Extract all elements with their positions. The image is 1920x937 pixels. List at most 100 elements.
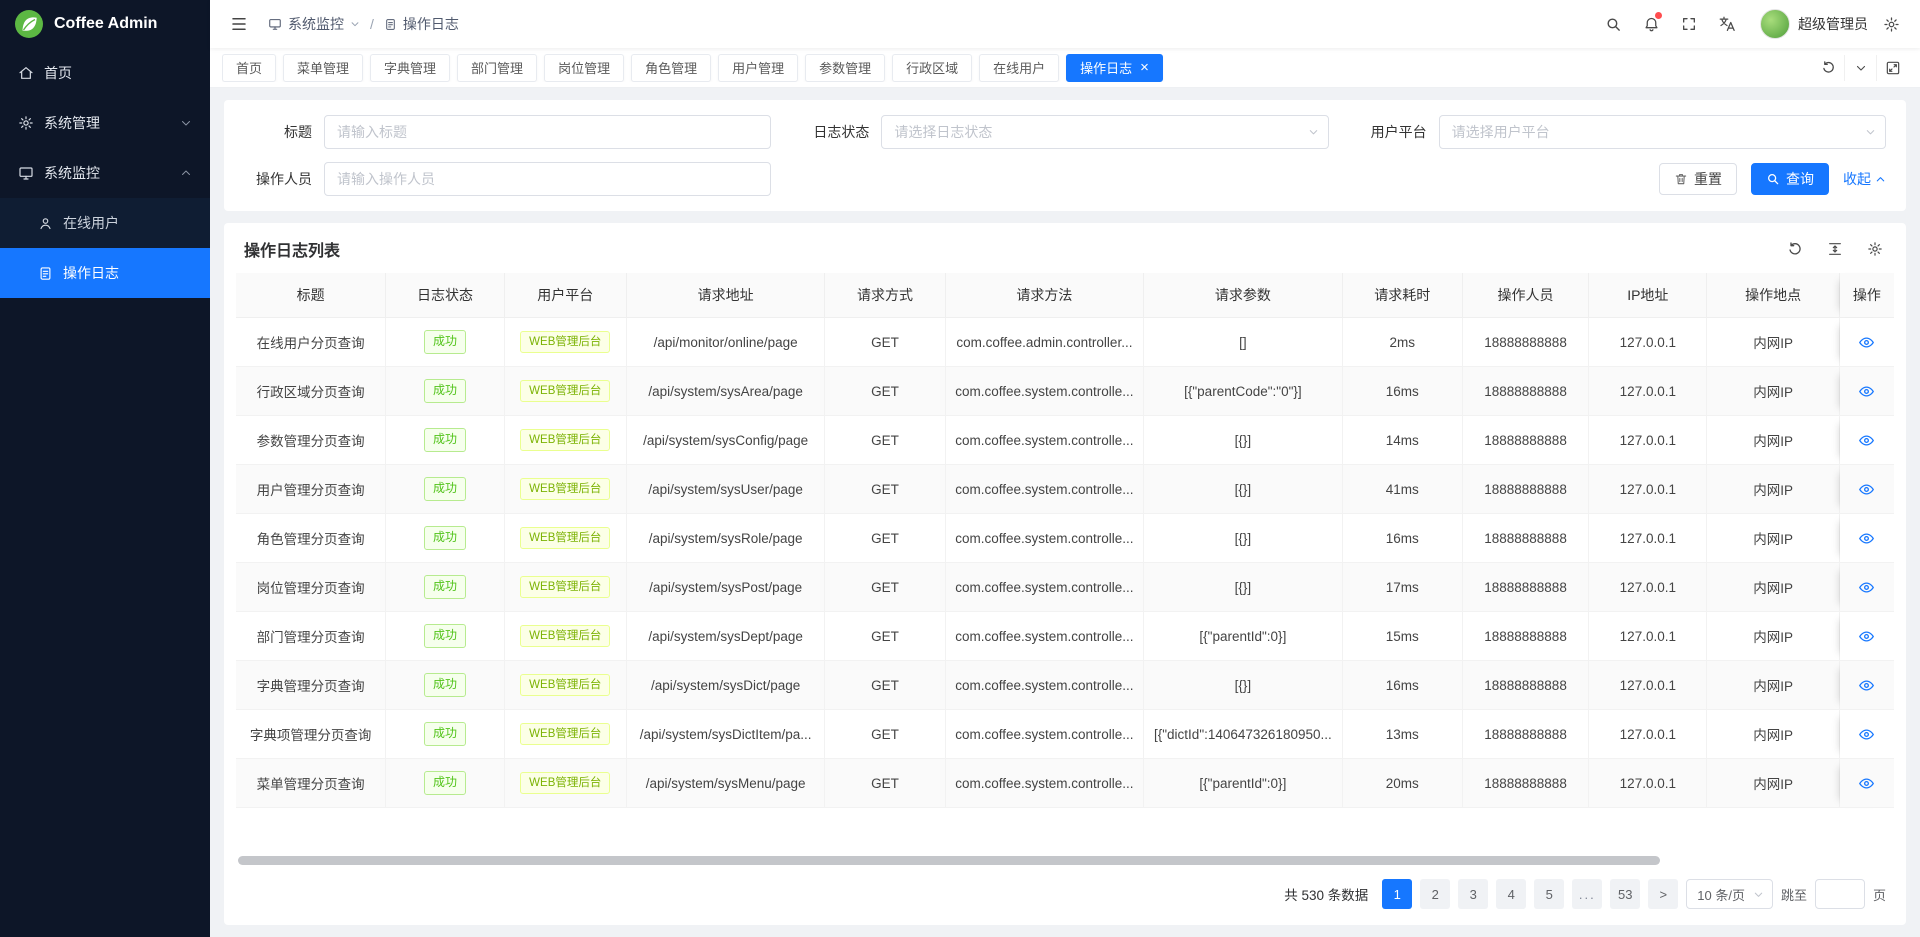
gear-icon[interactable] [1864,238,1886,260]
page-button-4[interactable]: 4 [1496,879,1526,909]
breadcrumb-parent[interactable]: 系统监控 [268,14,360,34]
search-icon[interactable] [1598,9,1628,39]
eye-icon[interactable] [1858,628,1875,645]
page-button-2[interactable]: 2 [1420,879,1450,909]
page-button-5[interactable]: 5 [1534,879,1564,909]
title-input[interactable] [324,115,771,149]
cell-operator: 18888888888 [1463,416,1589,465]
eye-icon[interactable] [1858,775,1875,792]
status-tag: 成功 [424,722,466,746]
sidebar-item-online-users[interactable]: 在线用户 [0,198,210,248]
cell-title: 行政区域分页查询 [236,367,386,416]
pagination: 共 530 条数据 12345...53 > 10 条/页 跳至 页 [224,873,1906,925]
page-size-value: 10 条/页 [1697,885,1745,904]
sidebar-item-system-management[interactable]: 系统管理 [0,98,210,148]
cell-action [1840,318,1894,367]
tab-4[interactable]: 岗位管理 [544,54,624,82]
tab-2[interactable]: 字典管理 [370,54,450,82]
cell-url: /api/system/sysRole/page [627,514,825,563]
cell-duration: 16ms [1343,514,1463,563]
tab-7[interactable]: 参数管理 [805,54,885,82]
page-button-53[interactable]: 53 [1610,879,1640,909]
tab-0[interactable]: 首页 [222,54,276,82]
eye-icon[interactable] [1858,481,1875,498]
chevron-down-icon [180,117,192,129]
tab-label: 首页 [236,58,262,77]
cell-action [1840,759,1894,808]
avatar[interactable] [1760,9,1790,39]
user-platform-placeholder: 请选择用户平台 [1452,122,1550,142]
page-ellipsis[interactable]: ... [1572,879,1602,909]
cell-operator: 18888888888 [1463,514,1589,563]
cell-status: 成功 [386,759,504,808]
tab-close-icon[interactable]: × [1140,60,1149,75]
breadcrumb-current-label: 操作日志 [403,14,459,34]
translate-icon[interactable] [1712,9,1742,39]
next-page-button[interactable]: > [1648,879,1678,909]
tab-bar: 首页 菜单管理字典管理部门管理 岗位管理 角色管理用户管理参数管理行政区域在线用户操作… [210,48,1920,88]
eye-icon[interactable] [1858,383,1875,400]
cell-status: 成功 [386,612,504,661]
page-button-1[interactable]: 1 [1382,879,1412,909]
log-status-select[interactable]: 请选择日志状态 [881,115,1328,149]
cell-method: GET [825,759,945,808]
eye-icon[interactable] [1858,530,1875,547]
sidebar: Coffee Admin 首页 系统管理 系统监控 在线用户 [0,0,210,937]
cell-operator: 18888888888 [1463,612,1589,661]
reset-button[interactable]: 重置 [1659,163,1737,195]
chevron-down-icon[interactable] [1844,55,1876,81]
tab-9[interactable]: 在线用户 [979,54,1059,82]
cell-handler: com.coffee.system.controlle... [946,710,1144,759]
eye-icon[interactable] [1858,726,1875,743]
cell-duration: 17ms [1343,563,1463,612]
filter-operator-label: 操作人员 [244,169,324,189]
content-fullscreen-icon[interactable] [1876,55,1908,81]
sidebar-item-home[interactable]: 首页 [0,48,210,98]
status-tag: 成功 [424,526,466,550]
eye-icon[interactable] [1858,579,1875,596]
tab-3[interactable]: 部门管理 [457,54,537,82]
eye-icon[interactable] [1858,677,1875,694]
username[interactable]: 超级管理员 [1798,14,1868,34]
gear-icon[interactable] [1876,9,1906,39]
refresh-icon[interactable] [1812,55,1844,81]
eye-icon[interactable] [1858,334,1875,351]
collapse-filter-button[interactable]: 收起 [1843,169,1886,189]
jump-page-input[interactable] [1815,879,1865,909]
tab-6[interactable]: 用户管理 [718,54,798,82]
cell-operator: 18888888888 [1463,661,1589,710]
horizontal-scrollbar-thumb[interactable] [238,856,1660,865]
cell-location: 内网IP [1707,318,1839,367]
cell-operator: 18888888888 [1463,759,1589,808]
sidebar-item-operation-log[interactable]: 操作日志 [0,248,210,298]
tab-5[interactable]: 角色管理 [631,54,711,82]
status-tag: 成功 [424,624,466,648]
eye-icon[interactable] [1858,432,1875,449]
sidebar-menu: 首页 系统管理 系统监控 在线用户 操作日志 [0,48,210,298]
refresh-icon[interactable] [1784,238,1806,260]
platform-tag: WEB管理后台 [520,576,610,599]
bell-icon[interactable] [1636,9,1666,39]
tab-label: 岗位管理 [558,58,610,77]
cell-platform: WEB管理后台 [505,367,627,416]
list-title: 操作日志列表 [244,237,340,261]
line-height-icon[interactable] [1824,238,1846,260]
tab-1[interactable]: 菜单管理 [283,54,363,82]
sidebar-item-system-monitor[interactable]: 系统监控 [0,148,210,198]
cell-operator: 18888888888 [1463,318,1589,367]
operator-input[interactable] [324,162,771,196]
cell-duration: 13ms [1343,710,1463,759]
cell-location: 内网IP [1707,416,1839,465]
pagination-pages: 12345... 53 [1382,879,1640,909]
tab-8[interactable]: 行政区域 [892,54,972,82]
fullscreen-icon[interactable] [1674,9,1704,39]
tab-10[interactable]: 操作日志× [1066,54,1163,82]
status-tag: 成功 [424,673,466,697]
menu-fold-icon[interactable] [224,9,254,39]
cell-location: 内网IP [1707,612,1839,661]
page-size-select[interactable]: 10 条/页 [1686,879,1773,909]
document-icon [38,266,53,281]
user-platform-select[interactable]: 请选择用户平台 [1439,115,1886,149]
search-button[interactable]: 查询 [1751,163,1829,195]
page-button-3[interactable]: 3 [1458,879,1488,909]
